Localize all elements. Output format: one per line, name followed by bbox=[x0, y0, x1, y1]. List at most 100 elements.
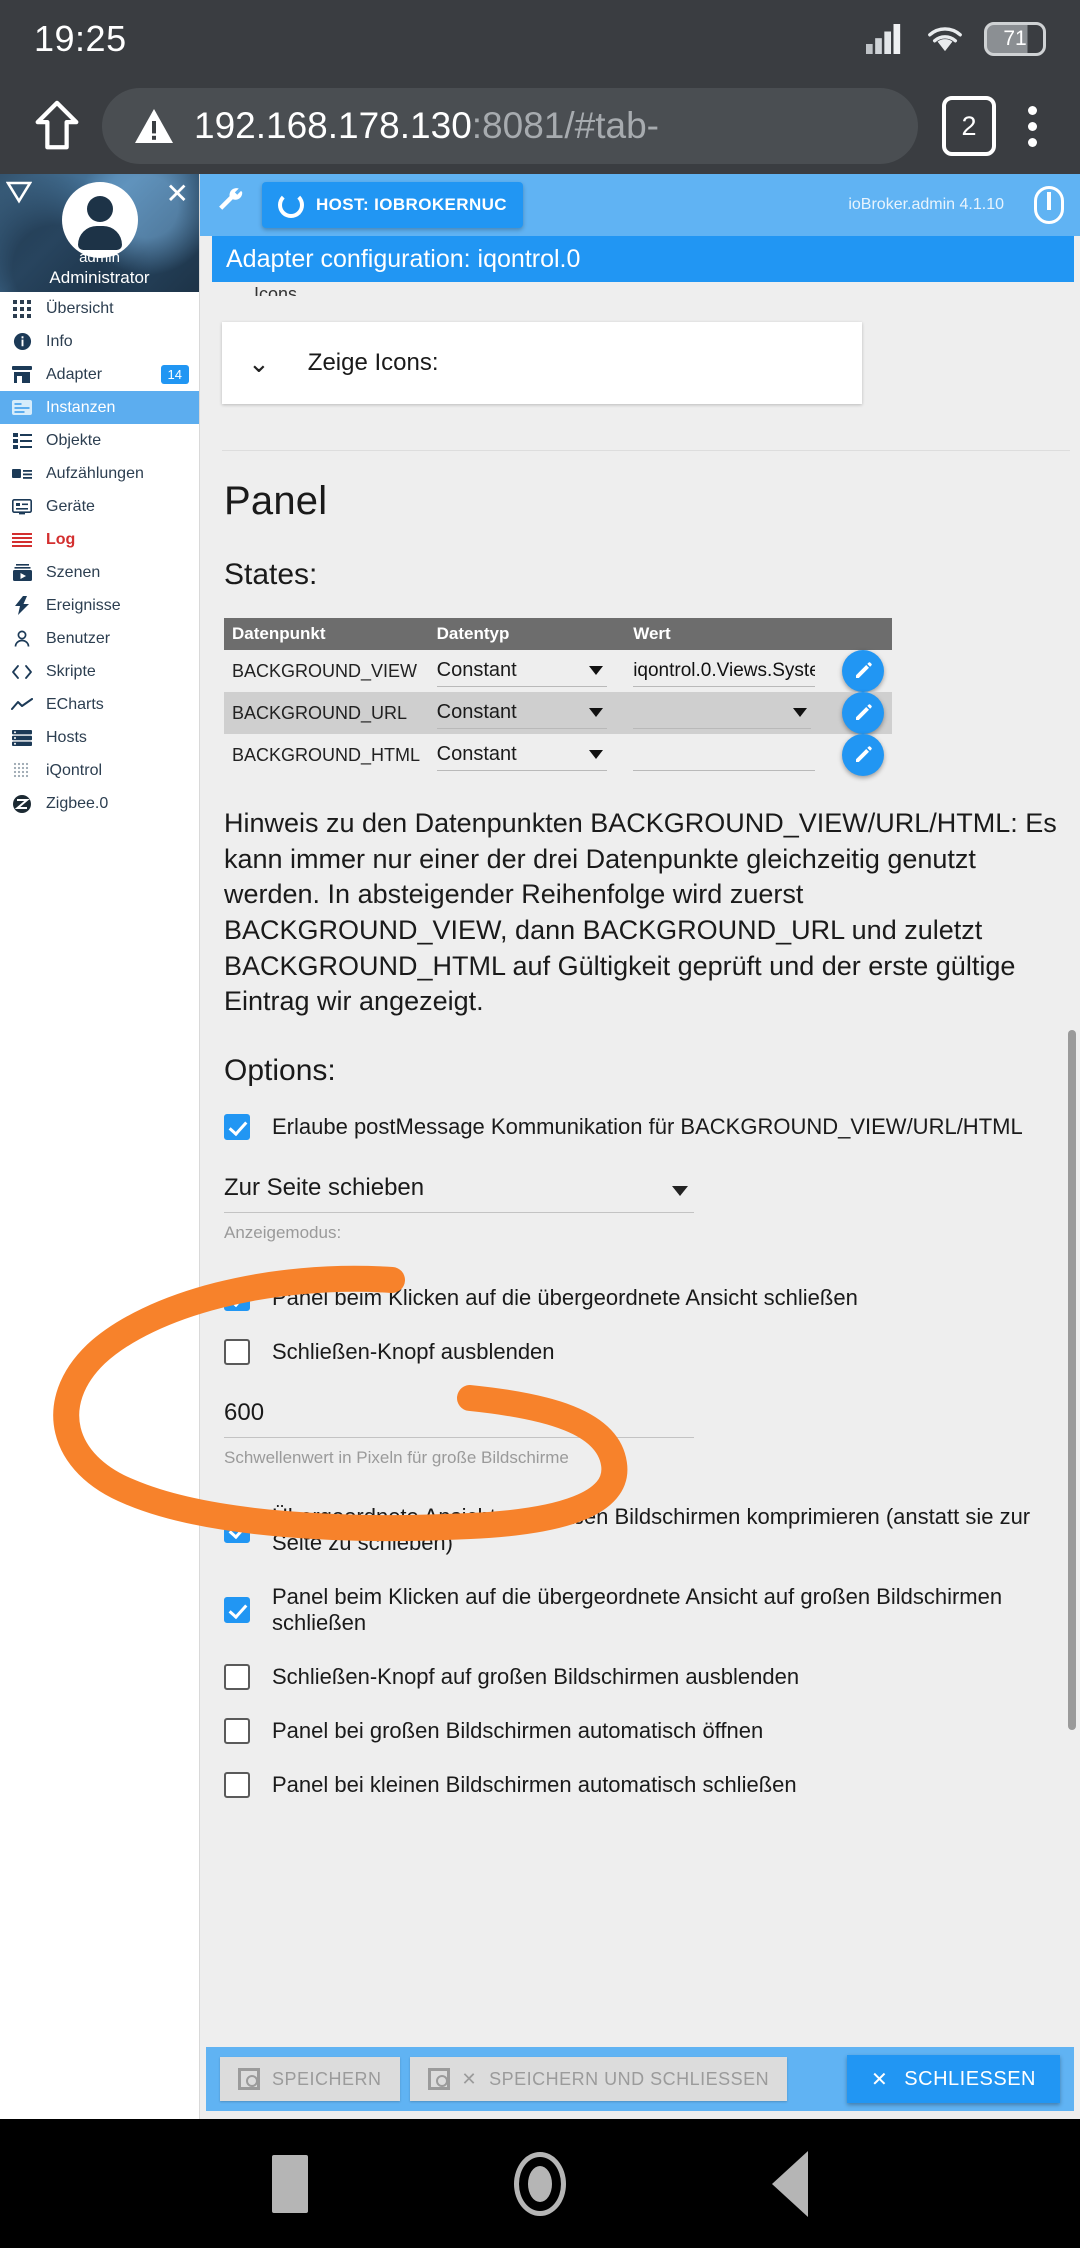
sidebar-item-szenen[interactable]: Szenen bbox=[0, 556, 199, 589]
panel-heading: Panel bbox=[224, 479, 328, 523]
wrench-icon[interactable] bbox=[216, 186, 246, 224]
zeige-icons-accordion[interactable]: ⌄ Zeige Icons: bbox=[222, 322, 862, 404]
sidebar-item-log[interactable]: Log bbox=[0, 523, 199, 556]
option-label: Panel bei kleinen Bildschirmen automatis… bbox=[272, 1771, 797, 1797]
states-table-header-row: Datenpunkt Datentyp Wert bbox=[224, 618, 892, 650]
checkbox-auto-close-small[interactable] bbox=[224, 1771, 250, 1798]
option-postmessage-row[interactable]: Erlaube postMessage Kommunikation für BA… bbox=[224, 1113, 1080, 1140]
close-button-label: SCHLIESSEN bbox=[904, 2067, 1036, 2090]
save-button[interactable]: SPEICHERN bbox=[220, 2057, 400, 2101]
sidebar-item-echarts[interactable]: ECharts bbox=[0, 688, 199, 721]
option-row[interactable]: Schließen-Knopf auf großen Bildschirmen … bbox=[224, 1663, 1080, 1690]
value-input[interactable]: iqontrol.0.Views.Systemstatus bbox=[633, 655, 816, 687]
option-row[interactable]: Panel bei großen Bildschirmen automatisc… bbox=[224, 1717, 1080, 1744]
edit-pencil-icon[interactable] bbox=[841, 692, 884, 734]
zeige-icons-label: Zeige Icons: bbox=[307, 349, 439, 376]
chevron-down-icon bbox=[588, 750, 603, 759]
checkbox-auto-open-large[interactable] bbox=[224, 1717, 250, 1744]
sidebar-item-hosts[interactable]: Hosts bbox=[0, 721, 199, 754]
sidebar-item-objekte[interactable]: Objekte bbox=[0, 424, 199, 457]
display-mode-value: Zur Seite schieben bbox=[224, 1173, 425, 1201]
sidebar-item-label: Objekte bbox=[46, 431, 102, 449]
home-circle-icon[interactable] bbox=[514, 2151, 566, 2216]
close-button[interactable]: ✕ SCHLIESSEN bbox=[847, 2055, 1060, 2103]
sidebar-item-adapter[interactable]: Adapter 14 bbox=[0, 358, 199, 391]
datatype-value: Constant bbox=[436, 659, 517, 681]
checkbox-hide-close-button-large[interactable] bbox=[224, 1663, 250, 1690]
scrollbar-thumb[interactable] bbox=[1068, 1030, 1076, 1730]
threshold-field[interactable]: 600 Schwellenwert in Pixeln für große Bi… bbox=[224, 1399, 694, 1468]
close-icon[interactable]: ✕ bbox=[166, 180, 189, 208]
save-and-close-button[interactable]: ✕ SPEICHERN UND SCHLIESSEN bbox=[409, 2057, 788, 2101]
sidebar-item-instanzen[interactable]: Instanzen bbox=[0, 391, 199, 424]
table-row: BACKGROUND_URL Constant bbox=[224, 692, 892, 734]
option-row[interactable]: Schließen-Knopf ausblenden bbox=[224, 1338, 1080, 1365]
save-floppy-icon bbox=[427, 2068, 450, 2090]
value-input[interactable] bbox=[633, 739, 816, 771]
col-wert: Wert bbox=[625, 618, 834, 650]
app-toolbar: HOST: IOBROKERNUC ioBroker.admin 4.1.10 bbox=[200, 174, 1080, 236]
host-selector-chip[interactable]: HOST: IOBROKERNUC bbox=[262, 182, 523, 228]
options-heading: Options: bbox=[224, 1053, 336, 1087]
sidebar-item-geraete[interactable]: Geräte bbox=[0, 490, 199, 523]
option-row[interactable]: Übergeordnete Ansicht auf großen Bildsch… bbox=[224, 1504, 1080, 1556]
sidebar-item-label: Adapter bbox=[46, 365, 103, 383]
chevron-down-icon bbox=[793, 708, 808, 717]
back-triangle-icon[interactable] bbox=[772, 2150, 808, 2217]
instances-icon bbox=[10, 398, 34, 418]
option-label: Schließen-Knopf auf großen Bildschirmen … bbox=[272, 1663, 800, 1689]
value-select[interactable] bbox=[633, 697, 812, 729]
edit-pencil-icon[interactable] bbox=[841, 734, 884, 776]
datapoint-name: BACKGROUND_URL bbox=[232, 702, 408, 723]
sidebar-item-label: Hosts bbox=[46, 728, 87, 746]
scrollbar-track[interactable] bbox=[1068, 390, 1078, 2030]
datatype-select[interactable]: Constant bbox=[436, 739, 607, 771]
sidebar-item-zigbee[interactable]: Zigbee.0 bbox=[0, 787, 199, 820]
status-icon-group: 71 bbox=[866, 22, 1046, 56]
address-bar[interactable]: 192.168.178.130:8081/#tab- bbox=[102, 88, 918, 164]
display-mode-select[interactable]: Zur Seite schieben Anzeigemodus: bbox=[224, 1174, 694, 1243]
datatype-select[interactable]: Constant bbox=[436, 697, 607, 729]
log-lines-icon bbox=[10, 530, 34, 550]
zigbee-icon bbox=[10, 794, 34, 814]
threshold-value[interactable]: 600 bbox=[224, 1399, 694, 1438]
checkbox-close-on-parent-click-large[interactable] bbox=[224, 1596, 250, 1623]
sidebar-item-label: Info bbox=[46, 332, 73, 350]
enum-icon bbox=[10, 464, 34, 484]
sidebar-item-label: Zigbee.0 bbox=[46, 794, 109, 812]
tab-counter-button[interactable]: 2 bbox=[942, 96, 996, 156]
sidebar-userrole: Administrator bbox=[49, 268, 150, 287]
sidebar-item-skripte[interactable]: Skripte bbox=[0, 655, 199, 688]
checkbox-hide-close-button[interactable] bbox=[224, 1338, 250, 1365]
collapse-triangle-icon[interactable] bbox=[5, 180, 33, 209]
sidebar-item-info[interactable]: Info bbox=[0, 325, 199, 358]
sidebar-item-benutzer[interactable]: Benutzer bbox=[0, 622, 199, 655]
option-row[interactable]: Panel beim Klicken auf die übergeordnete… bbox=[224, 1584, 1080, 1636]
power-icon[interactable] bbox=[1034, 186, 1064, 224]
avatar[interactable] bbox=[61, 182, 138, 258]
sidebar-item-ereignisse[interactable]: Ereignisse bbox=[0, 589, 199, 622]
option-row[interactable]: Panel beim Klicken auf die übergeordnete… bbox=[224, 1284, 1080, 1311]
checkbox-close-on-parent-click[interactable] bbox=[224, 1284, 250, 1311]
checkbox-compress-parent-view[interactable] bbox=[224, 1516, 250, 1543]
recents-square-icon[interactable] bbox=[272, 2154, 308, 2213]
option-row[interactable]: Panel bei kleinen Bildschirmen automatis… bbox=[224, 1771, 1080, 1798]
sidebar-nav-list: Übersicht Info Adapter 14 Instanzen Obje… bbox=[0, 292, 199, 820]
config-content: Icons ⌄ Zeige Icons: Panel States: Daten… bbox=[200, 282, 1080, 2119]
datapoint-name: BACKGROUND_HTML bbox=[232, 744, 421, 765]
sidebar-item-uebersicht[interactable]: Übersicht bbox=[0, 292, 199, 325]
option-label: Panel beim Klicken auf die übergeordnete… bbox=[272, 1284, 858, 1310]
sidebar-username: admin bbox=[79, 249, 120, 266]
display-mode-value-wrap[interactable]: Zur Seite schieben bbox=[224, 1174, 694, 1213]
edit-pencil-icon[interactable] bbox=[841, 650, 884, 692]
home-icon[interactable] bbox=[26, 95, 88, 157]
overflow-menu-icon[interactable] bbox=[1010, 95, 1054, 157]
checkbox-postmessage[interactable] bbox=[224, 1113, 250, 1140]
sidebar-item-iqontrol[interactable]: iQontrol bbox=[0, 754, 199, 787]
sidebar-item-label: Aufzählungen bbox=[46, 464, 144, 482]
sidebar-item-label: Übersicht bbox=[46, 299, 114, 317]
sidebar-item-aufzaehlungen[interactable]: Aufzählungen bbox=[0, 457, 199, 490]
scenes-icon bbox=[10, 563, 34, 583]
tab-count-label: 2 bbox=[961, 110, 977, 141]
datatype-select[interactable]: Constant bbox=[436, 655, 607, 687]
